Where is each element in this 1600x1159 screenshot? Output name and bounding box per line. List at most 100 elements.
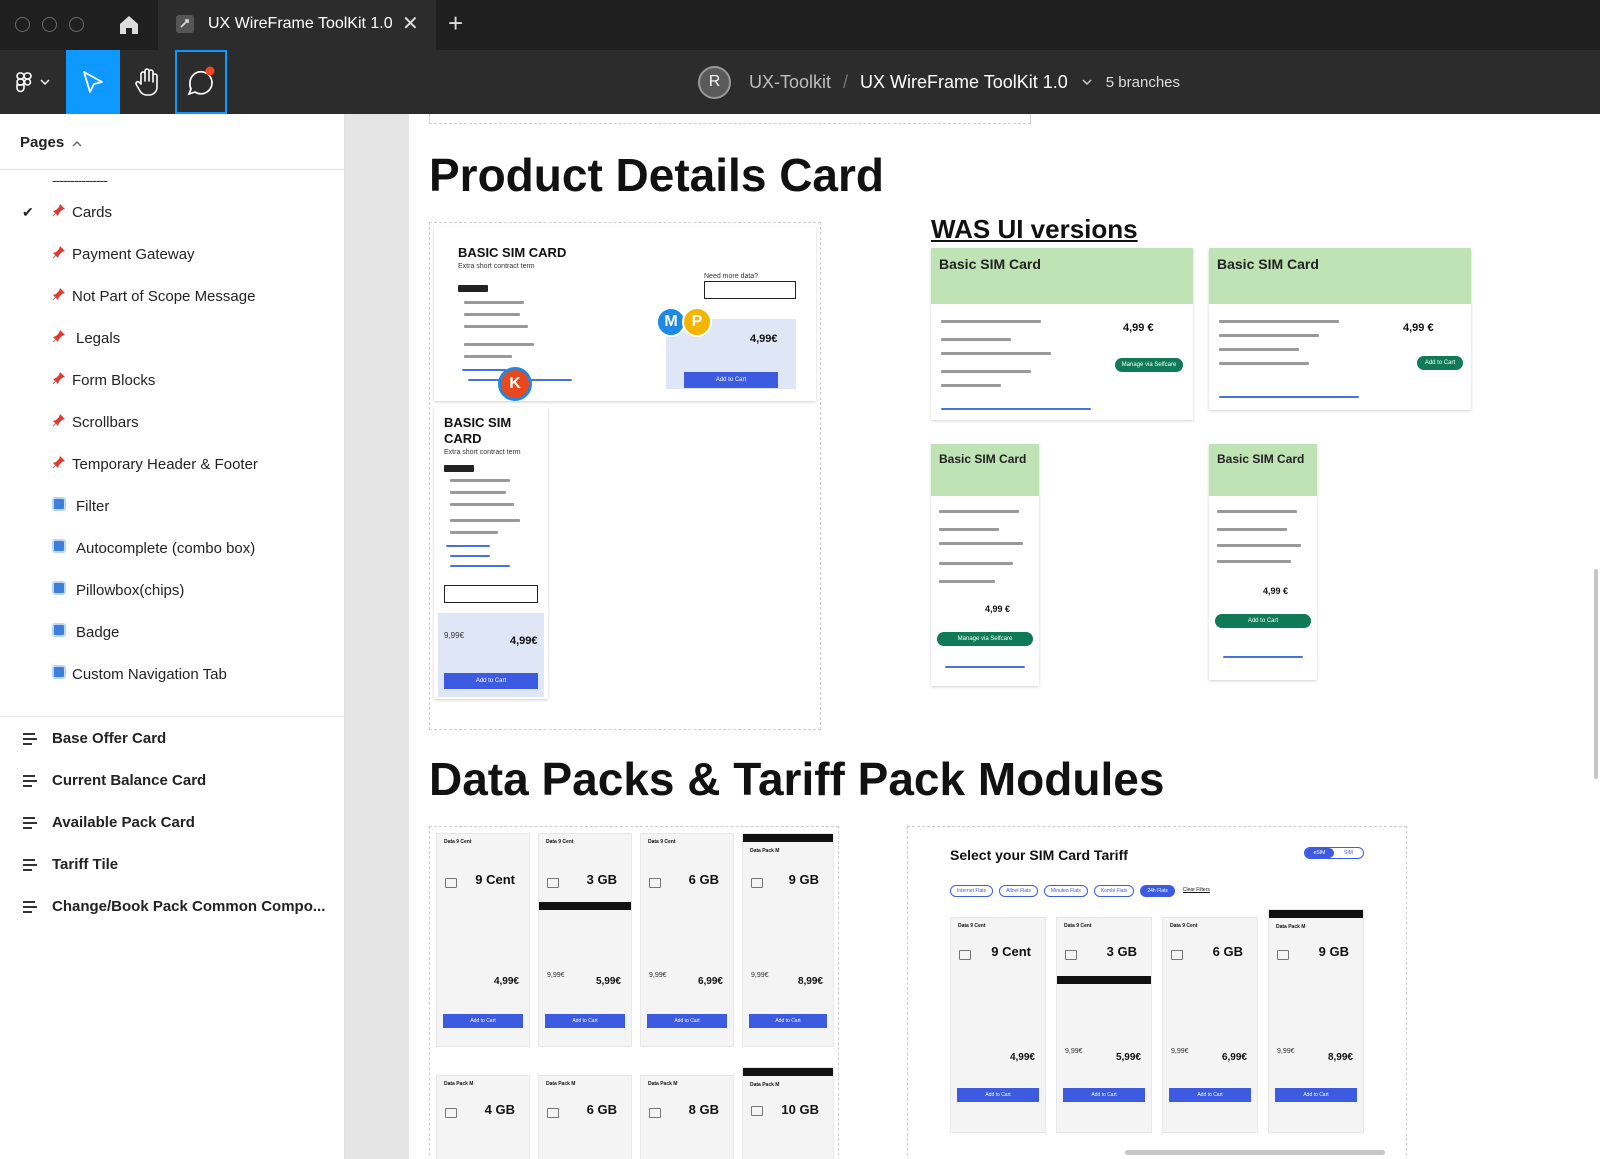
filter-chip[interactable]: 24h Flats [1140, 885, 1175, 897]
was-card-3[interactable]: Basic SIM Card 4,99 € Manage via Selfcar… [931, 444, 1039, 686]
link-line[interactable] [450, 555, 490, 557]
add-to-cart-button[interactable]: Add to Cart [545, 1014, 625, 1028]
file-name[interactable]: UX WireFrame ToolKit 1.0 [860, 72, 1068, 93]
page-divider-item[interactable]: --------------- [52, 172, 108, 188]
add-to-cart-green-button[interactable]: Add to Cart [1417, 356, 1463, 370]
filter-chip[interactable]: Minuten Flats [1043, 885, 1088, 897]
pack-card[interactable]: Data Pack M 4 GB [436, 1075, 530, 1159]
page-item-form-blocks[interactable]: Form Blocks [0, 364, 344, 398]
filter-chip[interactable]: Kombi Flats [1093, 885, 1135, 897]
page-item-autocomplete[interactable]: Autocomplete (combo box) [0, 532, 344, 566]
filter-chip[interactable]: Internet Flats [950, 885, 994, 897]
add-to-cart-button[interactable]: Add to Cart [749, 1014, 827, 1028]
add-to-cart-green-button[interactable]: Add to Cart [1215, 614, 1311, 628]
pack-card[interactable]: Data Pack M 6 GB [538, 1075, 632, 1159]
link-line[interactable] [462, 369, 506, 371]
tariff-frame[interactable]: Select your SIM Card Tariff eSIM SIM Int… [907, 826, 1407, 1159]
pages-header[interactable]: Pages [20, 134, 82, 151]
add-to-cart-button[interactable]: Add to Cart [647, 1014, 727, 1028]
add-to-cart-button[interactable]: Add to Cart [1169, 1088, 1251, 1102]
sim-option[interactable]: SIM [1334, 848, 1363, 858]
data-option-box[interactable] [704, 281, 796, 299]
add-to-cart-button[interactable]: Add to Cart [443, 1014, 523, 1028]
tariff-card[interactable]: Data 9 Cent 6 GB 9,99€ 6,99€ Add to Cart [1162, 917, 1258, 1133]
layer-change-book-pack[interactable]: Change/Book Pack Common Compo... [0, 890, 344, 924]
pack-card[interactable]: Data 9 Cent 9 Cent 4,99€ Add to Cart [436, 833, 530, 1047]
new-tab-icon[interactable]: + [448, 8, 463, 39]
pack-card[interactable]: Data Pack M 10 GB [742, 1067, 834, 1159]
page-item-badge[interactable]: Badge [0, 616, 344, 650]
close-tab-icon[interactable]: ✕ [402, 11, 419, 36]
comment-tool-button[interactable] [175, 50, 227, 114]
link-line[interactable] [1219, 396, 1359, 398]
link-line[interactable] [945, 666, 1025, 668]
window-close-dot[interactable] [15, 17, 30, 32]
tariff-card[interactable]: Data 9 Cent 9 Cent 4,99€ Add to Cart [950, 917, 1046, 1133]
add-to-cart-button[interactable]: Add to Cart [1275, 1088, 1357, 1102]
window-zoom-dot[interactable] [69, 17, 84, 32]
window-minimize-dot[interactable] [42, 17, 57, 32]
add-to-cart-button[interactable]: Add to Cart [684, 372, 778, 388]
collaborator-avatar-p[interactable]: P [682, 307, 712, 337]
section-heading-data-packs[interactable]: Data Packs & Tariff Pack Modules [429, 752, 1164, 806]
data-option-box[interactable] [444, 585, 538, 603]
page-item-pillowbox[interactable]: Pillowbox(chips) [0, 574, 344, 608]
data-packs-frame[interactable]: Data 9 Cent 9 Cent 4,99€ Add to Cart Dat… [429, 826, 839, 1159]
page-item-scrollbars[interactable]: Scrollbars [0, 406, 344, 440]
esim-option[interactable]: eSIM [1305, 848, 1334, 858]
home-icon[interactable] [114, 10, 144, 40]
link-line[interactable] [941, 408, 1091, 410]
pack-card[interactable]: Data 9 Cent 3 GB 9,99€ 5,99€ Add to Cart [538, 833, 632, 1047]
vertical-scrollbar[interactable] [1594, 569, 1598, 779]
hand-tool-button[interactable] [122, 50, 172, 114]
page-item-cards[interactable]: ✔ Cards [0, 196, 344, 230]
add-to-cart-button[interactable]: Add to Cart [444, 673, 538, 689]
collaborator-avatar-k[interactable]: K [498, 367, 532, 401]
avatar[interactable]: R [698, 65, 731, 99]
page-item-legals[interactable]: Legals [0, 322, 344, 356]
layer-base-offer-card[interactable]: Base Offer Card [0, 722, 344, 756]
tariff-card[interactable]: Data Pack M 9 GB 9,99€ 8,99€ Add to Cart [1268, 909, 1364, 1133]
add-to-cart-button[interactable]: Add to Cart [1063, 1088, 1145, 1102]
pack-card[interactable]: Data Pack M 8 GB [640, 1075, 734, 1159]
layer-available-pack-card[interactable]: Available Pack Card [0, 806, 344, 840]
document-tab[interactable]: UX WireFrame ToolKit 1.0 ✕ [158, 0, 436, 50]
add-to-cart-button[interactable]: Add to Cart [957, 1088, 1039, 1102]
tariff-card[interactable]: Data 9 Cent 3 GB 9,99€ 5,99€ Add to Cart [1056, 917, 1152, 1133]
layer-current-balance-card[interactable]: Current Balance Card [0, 764, 344, 798]
was-card-4[interactable]: Basic SIM Card 4,99 € Add to Cart [1209, 444, 1317, 680]
move-tool-button[interactable] [66, 50, 120, 114]
page-item-temporary-header-footer[interactable]: Temporary Header & Footer [0, 448, 344, 482]
sim-card-narrow[interactable]: BASIC SIM CARD Extra short contract term… [434, 407, 548, 699]
horizontal-scrollbar[interactable] [1125, 1150, 1385, 1155]
filter-chip[interactable]: Allnet Flats [999, 885, 1038, 897]
chevron-up-icon[interactable] [72, 139, 82, 150]
clear-filters-link[interactable]: Clear Filters [1181, 885, 1212, 897]
page-item-not-part-of-scope[interactable]: Not Part of Scope Message [0, 280, 344, 314]
link-line[interactable] [446, 545, 490, 547]
pack-card[interactable]: Data Pack M 9 GB 9,99€ 8,99€ Add to Cart [742, 833, 834, 1047]
design-canvas[interactable]: Product Details Card WAS UI versions BAS… [345, 114, 1600, 1159]
page-item-payment-gateway[interactable]: Payment Gateway [0, 238, 344, 272]
previous-frame[interactable] [429, 114, 1031, 124]
was-card-1[interactable]: Basic SIM Card 4,99 € Manage via Selfcar… [931, 248, 1193, 420]
page-item-custom-navigation-tab[interactable]: Custom Navigation Tab [0, 658, 344, 692]
team-link[interactable]: UX-Toolkit [749, 72, 831, 93]
manage-selfcare-button[interactable]: Manage via Selfcare [1115, 358, 1183, 372]
layer-tariff-tile[interactable]: Tariff Tile [0, 848, 344, 882]
page-item-filter[interactable]: Filter [0, 490, 344, 524]
sim-card-wide[interactable]: BASIC SIM CARD Extra short contract term… [434, 227, 816, 401]
cards-artboard[interactable]: Product Details Card WAS UI versions BAS… [409, 114, 1600, 1159]
link-line[interactable] [450, 565, 510, 567]
sim-type-toggle[interactable]: eSIM SIM [1304, 847, 1364, 859]
pack-card[interactable]: Data 9 Cent 6 GB 9,99€ 6,99€ Add to Cart [640, 833, 734, 1047]
was-card-2[interactable]: Basic SIM Card 4,99 € Add to Cart [1209, 248, 1471, 410]
section-heading-product[interactable]: Product Details Card [429, 148, 884, 202]
product-details-frame[interactable]: BASIC SIM CARD Extra short contract term… [429, 222, 821, 730]
chevron-down-icon[interactable] [1082, 75, 1092, 89]
was-ui-heading[interactable]: WAS UI versions [931, 214, 1138, 245]
branches-button[interactable]: 5 branches [1106, 74, 1180, 91]
link-line[interactable] [1223, 656, 1303, 658]
manage-selfcare-button[interactable]: Manage via Selfcare [937, 632, 1033, 646]
main-menu-button[interactable] [0, 50, 62, 114]
